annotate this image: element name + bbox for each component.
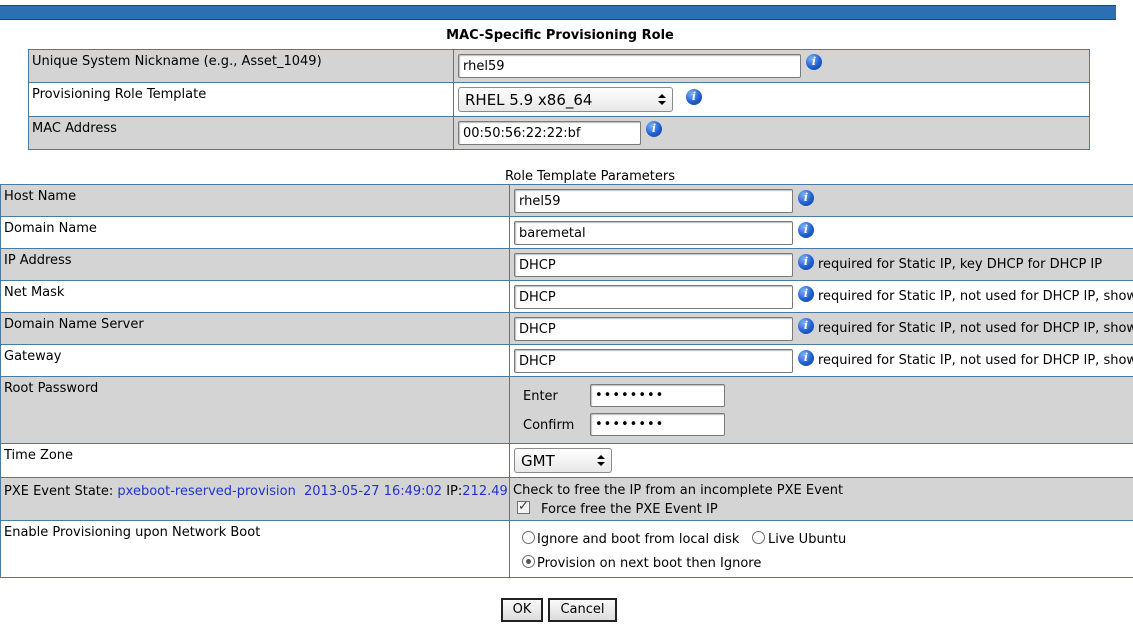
dns-note: required for Static IP, not used for DHC…: [818, 321, 1133, 336]
radio-live-ubuntu-label: Live Ubuntu: [768, 532, 847, 547]
force-free-label: Force free the PXE Event IP: [541, 502, 718, 517]
mac-role-table: Unique System Nickname (e.g., Asset_1049…: [28, 49, 1090, 150]
role-template-value: RHEL 5.9 x86_64: [465, 91, 593, 109]
header-bar: [0, 5, 1116, 20]
pxe-state-line: PXE Event State: pxeboot-reserved-provis…: [4, 484, 509, 499]
role-template-info-icon[interactable]: i: [686, 89, 702, 105]
gateway-info-icon[interactable]: i: [798, 350, 814, 366]
time-zone-value: GMT: [521, 452, 555, 470]
params-table: Host Name i Domain Name i IP Address i r…: [0, 184, 1133, 578]
dns-input[interactable]: [514, 317, 793, 341]
pxe-state-label: PXE Event State:: [4, 484, 114, 499]
password-confirm-label: Confirm: [523, 418, 575, 433]
password-enter-input[interactable]: [590, 384, 725, 407]
select-arrows-icon: [658, 92, 666, 107]
net-mask-info-icon[interactable]: i: [798, 286, 814, 302]
dns-info-icon[interactable]: i: [798, 318, 814, 334]
ip-address-row: IP Address i required for Static IP, key…: [0, 248, 1133, 281]
netboot-row: Enable Provisioning upon Network Boot Ig…: [0, 520, 1133, 578]
root-password-label: Root Password: [4, 381, 99, 396]
gateway-note: required for Static IP, not used for DHC…: [818, 353, 1133, 368]
domain-name-label: Domain Name: [4, 221, 97, 236]
domain-name-input[interactable]: [514, 221, 793, 245]
pxe-ip-label: IP:: [446, 484, 463, 499]
net-mask-input[interactable]: [514, 285, 793, 309]
mac-address-input[interactable]: [458, 121, 641, 145]
select-arrows-icon: [597, 453, 605, 468]
time-zone-row: Time Zone GMT: [0, 443, 1133, 478]
ip-address-note: required for Static IP, key DHCP for DHC…: [818, 257, 1103, 272]
dns-row: Domain Name Server i required for Static…: [0, 312, 1133, 345]
time-zone-label: Time Zone: [4, 448, 74, 463]
cancel-button[interactable]: Cancel: [548, 598, 617, 622]
role-template-select[interactable]: RHEL 5.9 x86_64: [458, 87, 673, 112]
radio-provision-next-label: Provision on next boot then Ignore: [537, 556, 762, 571]
net-mask-row: Net Mask i required for Static IP, not u…: [0, 280, 1133, 313]
role-template-label: Provisioning Role Template: [32, 87, 207, 102]
pxe-timestamp: 2013-05-27 16:49:02: [304, 484, 443, 499]
gateway-input[interactable]: [514, 349, 793, 373]
gateway-label: Gateway: [4, 349, 62, 364]
net-mask-label: Net Mask: [4, 285, 65, 300]
password-confirm-input[interactable]: [590, 413, 725, 436]
gateway-row: Gateway i required for Static IP, not us…: [0, 344, 1133, 377]
nickname-info-icon[interactable]: i: [806, 54, 822, 70]
nickname-label: Unique System Nickname (e.g., Asset_1049…: [32, 54, 322, 69]
nickname-input[interactable]: [458, 54, 801, 78]
mac-address-row: MAC Address i: [28, 116, 1090, 150]
netboot-label: Enable Provisioning upon Network Boot: [4, 525, 261, 540]
pxe-ip-value: 212.49.49.5: [462, 484, 508, 499]
time-zone-select[interactable]: GMT: [514, 448, 612, 473]
mac-address-label: MAC Address: [32, 121, 117, 136]
domain-name-info-icon[interactable]: i: [798, 222, 814, 238]
host-name-info-icon[interactable]: i: [798, 190, 814, 206]
dns-label: Domain Name Server: [4, 317, 144, 332]
ip-address-info-icon[interactable]: i: [798, 254, 814, 270]
pxe-state-value: pxeboot-reserved-provision: [117, 484, 296, 499]
radio-live-ubuntu[interactable]: [752, 531, 765, 544]
params-section-title: Role Template Parameters: [504, 169, 675, 184]
ip-address-input[interactable]: [514, 253, 793, 277]
host-name-input[interactable]: [514, 189, 793, 213]
ip-address-label: IP Address: [4, 253, 72, 268]
root-password-row: Root Password Enter Confirm: [0, 376, 1133, 444]
role-template-row: Provisioning Role Template RHEL 5.9 x86_…: [28, 82, 1090, 117]
mac-section-title: MAC-Specific Provisioning Role: [446, 28, 674, 43]
radio-provision-next[interactable]: [522, 555, 535, 568]
host-name-label: Host Name: [4, 189, 77, 204]
mac-address-info-icon[interactable]: i: [646, 121, 662, 137]
pxe-free-hint: Check to free the IP from an incomplete …: [513, 483, 844, 498]
net-mask-note: required for Static IP, not used for DHC…: [818, 289, 1133, 304]
host-name-row: Host Name i: [0, 184, 1133, 217]
password-enter-label: Enter: [523, 389, 558, 404]
nickname-row: Unique System Nickname (e.g., Asset_1049…: [28, 49, 1090, 83]
radio-ignore-local[interactable]: [522, 531, 535, 544]
pxe-row: PXE Event State: pxeboot-reserved-provis…: [0, 477, 1133, 521]
force-free-checkbox[interactable]: ✓: [517, 499, 530, 514]
radio-ignore-local-label: Ignore and boot from local disk: [537, 532, 740, 547]
domain-name-row: Domain Name i: [0, 216, 1133, 249]
ok-button[interactable]: OK: [501, 598, 543, 622]
